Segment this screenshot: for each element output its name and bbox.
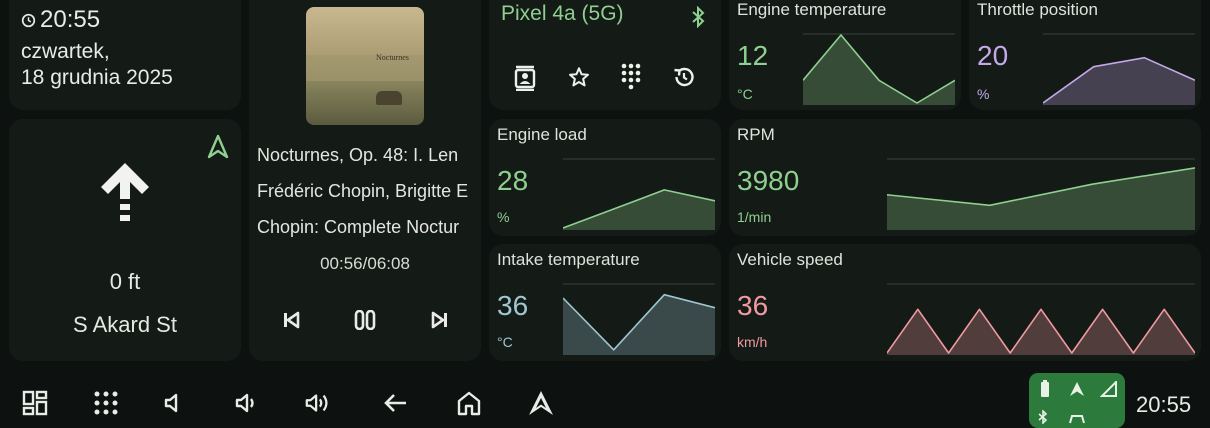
home-icon xyxy=(457,391,481,416)
apps-button[interactable] xyxy=(92,388,120,418)
gauge-sparkline xyxy=(803,33,955,105)
sparkline-area xyxy=(563,294,715,355)
gauge-label: Engine temperature xyxy=(737,0,887,19)
apps-icon xyxy=(94,391,118,415)
gauge-value: 3980 xyxy=(737,165,800,196)
volume-off-icon xyxy=(164,393,178,413)
gauge-label: Engine load xyxy=(497,125,587,144)
favorites-button[interactable] xyxy=(566,64,592,90)
navigation-app-button[interactable] xyxy=(527,388,555,418)
navigation-card[interactable]: 0 ft S Akard St xyxy=(9,119,241,361)
gauge-label: RPM xyxy=(737,125,775,144)
clock-full-date: 18 grudnia 2025 xyxy=(21,66,173,89)
pause-button[interactable] xyxy=(350,308,380,332)
navigation-arrow-icon xyxy=(529,391,553,415)
status-indicators[interactable] xyxy=(1029,373,1125,428)
gauge-value: 28 xyxy=(497,165,529,196)
gauge-sparkline xyxy=(1043,33,1195,105)
media-progress: 00:56/06:08 xyxy=(320,254,410,273)
gauge-value: 36 xyxy=(737,290,769,321)
gauge-unit: °C xyxy=(737,86,753,102)
contacts-icon xyxy=(514,65,536,91)
battery-icon xyxy=(1041,380,1049,397)
bluetooth-status-icon xyxy=(1038,410,1048,424)
gauge-rpm: RPM 3980 1/min xyxy=(729,119,1201,236)
gauge-unit: % xyxy=(977,86,990,102)
gauge-unit: % xyxy=(497,209,510,225)
gauge-value: 12 xyxy=(737,40,769,71)
contacts-button[interactable] xyxy=(511,64,539,92)
album-art-title: Nocturnes xyxy=(376,53,409,62)
gauge-label: Throttle position xyxy=(977,0,1098,19)
dashboard-icon xyxy=(22,390,48,416)
skip-next-icon xyxy=(431,311,447,329)
sparkline-area xyxy=(1043,57,1195,105)
gauge-intake-temperature: Intake temperature 36 °C xyxy=(489,244,721,361)
gauge-label: Vehicle speed xyxy=(737,250,843,269)
media-album: Chopin: Complete Noctur xyxy=(257,217,460,237)
media-card: Nocturnes Nocturnes, Op. 48: I. Len Fréd… xyxy=(249,0,481,361)
gauge-engine-temperature: Engine temperature 12 °C xyxy=(729,0,961,110)
next-track-button[interactable] xyxy=(425,308,455,332)
arrow-up-icon xyxy=(101,163,149,221)
volume-down-icon xyxy=(235,393,254,413)
pause-icon xyxy=(354,310,376,330)
gauge-unit: 1/min xyxy=(737,209,772,225)
status-clock: 20:55 xyxy=(1136,392,1192,417)
back-arrow-icon xyxy=(384,394,406,412)
navigation-street: S Akard St xyxy=(73,312,177,337)
volume-down-button[interactable] xyxy=(232,388,260,418)
volume-up-button[interactable] xyxy=(304,388,332,418)
gauge-value: 20 xyxy=(977,40,1009,71)
bluetooth-icon xyxy=(692,6,705,28)
media-title: Nocturnes, Op. 48: I. Len xyxy=(257,145,459,165)
clock-icon xyxy=(21,13,36,27)
clock-date: czwartek, 18 grudnia 2025 xyxy=(21,39,173,91)
album-art-horse xyxy=(376,91,402,105)
favorites-icon xyxy=(569,67,589,87)
album-art[interactable]: Nocturnes xyxy=(306,7,424,125)
home-button[interactable] xyxy=(455,388,483,418)
phone-device-name: Pixel 4a (5G) xyxy=(501,2,624,25)
clock-time-row: 20:55 xyxy=(21,6,100,34)
media-artist: Frédéric Chopin, Brigitte E xyxy=(257,181,469,201)
gauge-throttle-position: Throttle position 20 % xyxy=(969,0,1201,110)
android-auto-icon xyxy=(1070,382,1084,396)
dialpad-icon xyxy=(621,63,641,90)
previous-track-button[interactable] xyxy=(276,308,306,332)
signal-icon xyxy=(1100,381,1117,397)
gauge-sparkline xyxy=(563,158,715,230)
phone-card: Pixel 4a (5G) xyxy=(489,0,721,110)
skip-previous-icon xyxy=(284,311,300,329)
gauge-unit: °C xyxy=(497,334,513,350)
clock-weekday: czwartek, xyxy=(21,40,110,63)
gauge-sparkline xyxy=(887,158,1195,230)
gauge-unit: km/h xyxy=(737,334,768,350)
recents-icon xyxy=(674,67,694,87)
volume-mute-button[interactable] xyxy=(158,388,186,418)
volume-up-icon xyxy=(305,394,328,412)
car-icon xyxy=(1069,415,1085,424)
gauge-engine-load: Engine load 28 % xyxy=(489,119,721,236)
recents-button[interactable] xyxy=(671,64,697,90)
gauge-sparkline xyxy=(563,283,715,355)
back-button[interactable] xyxy=(381,388,409,418)
gauge-value: 36 xyxy=(497,290,529,321)
gauge-vehicle-speed: Vehicle speed 36 km/h xyxy=(729,244,1201,361)
gauge-sparkline xyxy=(887,283,1195,355)
dialpad-button[interactable] xyxy=(619,62,643,92)
app-grid-button[interactable] xyxy=(21,388,49,418)
clock-time: 20:55 xyxy=(40,6,101,33)
navigation-arrow-icon[interactable] xyxy=(206,134,230,160)
gauge-label: Intake temperature xyxy=(497,250,640,269)
clock-card: 20:55 czwartek, 18 grudnia 2025 xyxy=(9,0,241,110)
navigation-distance: 0 ft xyxy=(109,269,141,294)
